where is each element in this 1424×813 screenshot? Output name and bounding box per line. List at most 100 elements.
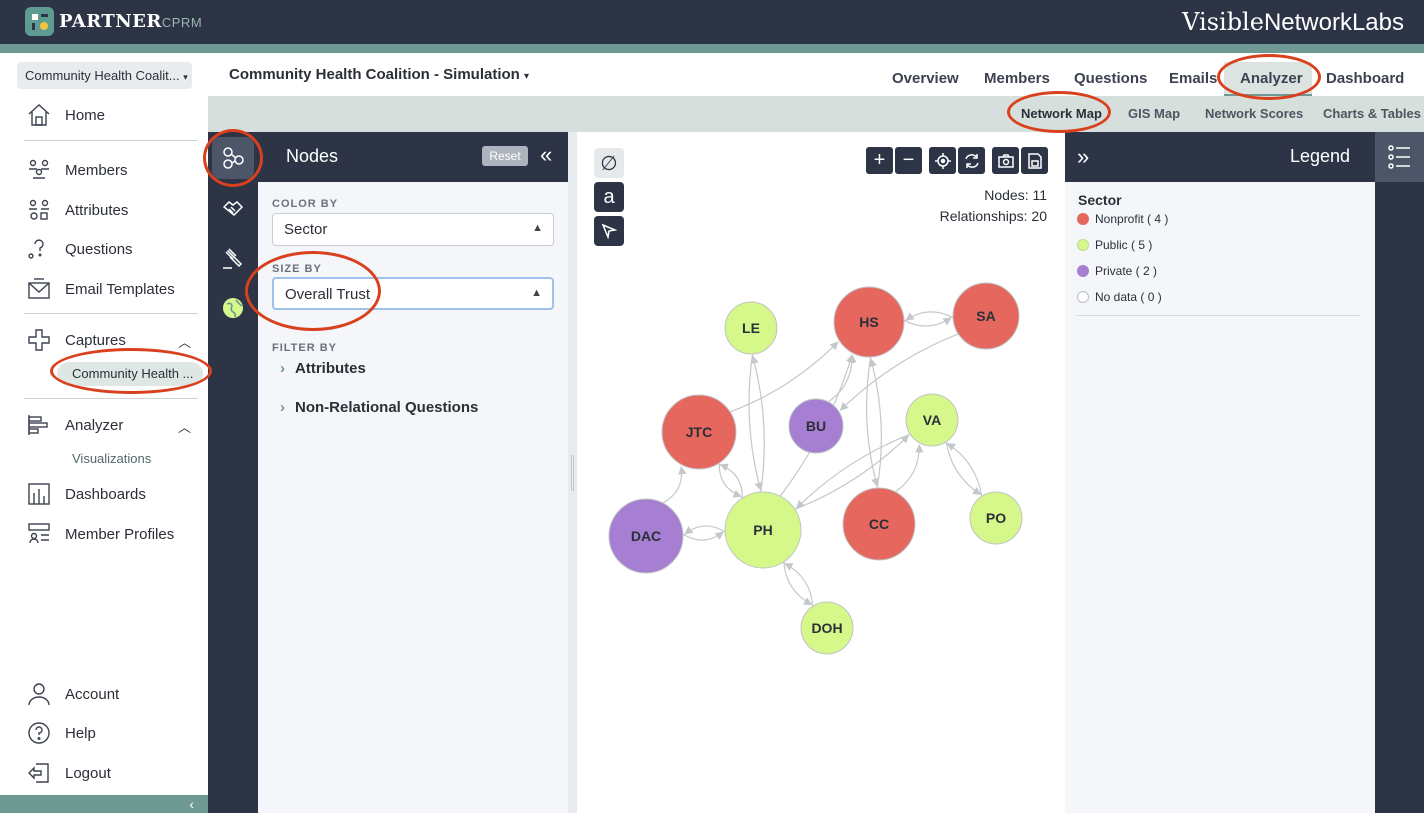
annotation-circle: [203, 129, 263, 187]
sidebar-divider: [24, 140, 198, 141]
legend-dot: [1077, 265, 1089, 277]
sidebar-item-home[interactable]: Home: [26, 100, 105, 130]
app-logo-text[interactable]: PARTNERCPRM: [59, 11, 202, 32]
edge-SA-HS[interactable]: [905, 311, 954, 321]
tab-questions[interactable]: Questions: [1074, 70, 1147, 87]
attributes-icon: [29, 199, 49, 220]
tab-members[interactable]: Members: [984, 70, 1050, 87]
members-icon: [29, 159, 49, 179]
partner-logo-icon[interactable]: [25, 7, 54, 36]
dashboards-icon: [28, 483, 50, 505]
subtab-charts-tables[interactable]: Charts & Tables: [1323, 106, 1421, 121]
sidebar-item-visualizations[interactable]: Visualizations: [72, 451, 151, 466]
sidebar-item-email-templates[interactable]: Email Templates: [26, 274, 175, 304]
legend-item-nonprofit[interactable]: Nonprofit ( 4 ): [1077, 212, 1168, 226]
organization-select[interactable]: Community Health Coalit... ▾: [17, 62, 192, 89]
tab-dashboard[interactable]: Dashboard: [1326, 70, 1404, 87]
node-hs[interactable]: HS: [833, 286, 905, 358]
filter-non-relational-questions[interactable]: › Non-Relational Questions: [280, 399, 478, 416]
edge-BU-HS[interactable]: [827, 354, 857, 403]
edge-PH-LE[interactable]: [750, 355, 765, 493]
envelope-icon: [28, 278, 50, 299]
color-by-select[interactable]: Sector ▲: [272, 213, 554, 246]
tab-overview[interactable]: Overview: [892, 70, 959, 87]
logout-icon: [28, 763, 49, 783]
member-profiles-icon: [28, 523, 50, 544]
node-po[interactable]: PO: [969, 491, 1023, 545]
reset-button[interactable]: Reset: [482, 146, 528, 166]
chevron-up-icon[interactable]: ︿: [178, 332, 191, 351]
node-label: CC: [869, 516, 889, 532]
sidebar-item-dashboards[interactable]: Dashboards: [26, 479, 146, 509]
node-bu[interactable]: BU: [788, 398, 844, 454]
sidebar-item-help[interactable]: Help: [26, 718, 96, 748]
sidebar-item-logout[interactable]: Logout: [26, 758, 111, 788]
sidebar-item-members[interactable]: Members: [26, 155, 128, 185]
help-icon: [28, 722, 50, 744]
legend-divider: [1077, 315, 1361, 316]
node-label: SA: [976, 308, 995, 324]
edge-PH-DAC[interactable]: [684, 525, 726, 535]
node-jtc[interactable]: JTC: [661, 394, 737, 470]
annotation-circle: [1217, 54, 1321, 100]
node-le[interactable]: LE: [724, 301, 778, 355]
legend-list-icon[interactable]: [1375, 132, 1424, 182]
node-va[interactable]: VA: [905, 393, 959, 447]
edge-CC-VA[interactable]: [895, 444, 924, 493]
splitter-grip-icon[interactable]: [571, 455, 574, 491]
globe-icon[interactable]: [220, 295, 246, 321]
node-doh[interactable]: DOH: [800, 601, 854, 655]
sidebar-divider: [24, 398, 198, 399]
nodes-layer[interactable]: LE HS SA JTC BU VA DAC PH CC PO DOH: [608, 282, 1023, 655]
node-sa[interactable]: SA: [952, 282, 1020, 350]
sidebar-item-member-profiles[interactable]: Member Profiles: [26, 519, 174, 549]
subtab-gis-map[interactable]: GIS Map: [1128, 106, 1180, 121]
filter-attributes[interactable]: › Attributes: [280, 360, 366, 377]
node-dac[interactable]: DAC: [608, 498, 684, 574]
edge-VA-PO[interactable]: [945, 441, 982, 496]
edge-DAC-PH[interactable]: [682, 531, 724, 541]
header-strip: [0, 44, 1424, 53]
sidebar-item-questions[interactable]: Questions: [26, 234, 133, 264]
legend-rail: [1375, 132, 1424, 813]
legend-item-private[interactable]: Private ( 2 ): [1077, 264, 1157, 278]
sidebar-item-attributes[interactable]: Attributes: [26, 195, 128, 225]
edge-DOH-PH[interactable]: [784, 562, 814, 607]
edge-PH-DOH[interactable]: [783, 561, 813, 606]
annotation-circle: [1007, 91, 1111, 133]
home-icon: [28, 104, 50, 126]
legend-item-no-data[interactable]: No data ( 0 ): [1077, 290, 1162, 304]
brand-logo: VisibleNetworkLabs: [1182, 8, 1404, 36]
node-cc[interactable]: CC: [842, 487, 916, 561]
edge-DAC-JTC[interactable]: [662, 465, 687, 504]
double-chevron-right-icon[interactable]: »: [1077, 144, 1089, 170]
sidebar-collapse-button[interactable]: ‹: [0, 795, 208, 813]
tool-rail: [208, 132, 258, 813]
node-label: VA: [923, 412, 941, 428]
edge-LE-PH[interactable]: [748, 353, 763, 491]
edge-HS-SA[interactable]: [903, 317, 952, 327]
node-label: PO: [986, 510, 1006, 526]
legend-title: Legend: [1290, 146, 1351, 166]
project-select[interactable]: Community Health Coalition - Simulation …: [229, 66, 529, 83]
sidebar-item-account[interactable]: Account: [26, 679, 119, 709]
subtab-network-scores[interactable]: Network Scores: [1205, 106, 1303, 121]
double-chevron-left-icon[interactable]: «: [540, 144, 552, 166]
gavel-icon[interactable]: [220, 245, 246, 271]
relationships-icon[interactable]: [220, 195, 246, 221]
annotation-circle: [245, 251, 381, 331]
chevron-up-icon[interactable]: ︿: [178, 417, 191, 436]
select-arrows-icon: ▲: [532, 222, 543, 234]
sidebar-item-analyzer[interactable]: Analyzer: [26, 410, 123, 440]
tab-emails[interactable]: Emails: [1169, 70, 1217, 87]
node-ph[interactable]: PH: [724, 491, 802, 569]
node-label: LE: [742, 320, 760, 336]
annotation-circle: [50, 348, 212, 394]
chevron-right-icon: ›: [280, 399, 285, 416]
legend-dot: [1077, 291, 1089, 303]
legend-group-title: Sector: [1078, 192, 1122, 208]
edge-PO-VA[interactable]: [946, 442, 983, 497]
legend-item-public[interactable]: Public ( 5 ): [1077, 238, 1152, 252]
node-label: JTC: [686, 424, 712, 440]
network-graph[interactable]: LE HS SA JTC BU VA DAC PH CC PO DOH: [577, 132, 1065, 813]
